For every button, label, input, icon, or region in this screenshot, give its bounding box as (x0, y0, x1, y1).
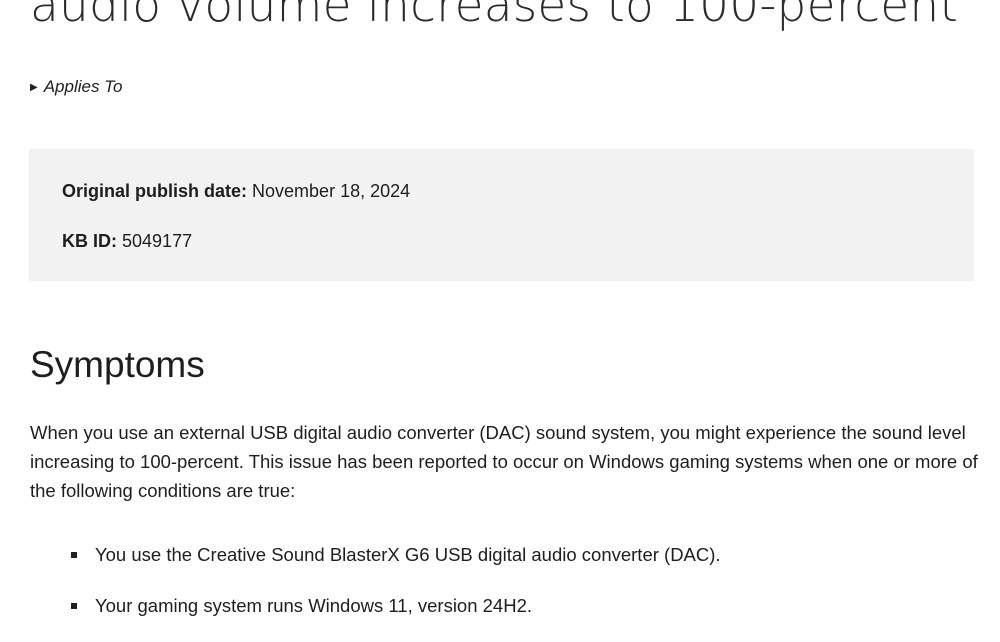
applies-to-toggle[interactable]: ▶ Applies To (30, 77, 122, 97)
condition-text: You use the Creative Sound BlasterX G6 U… (95, 544, 721, 565)
kb-id-value: 5049177 (122, 231, 193, 251)
publish-date-value: November 18, 2024 (252, 181, 411, 201)
symptoms-paragraph: When you use an external USB digital aud… (30, 422, 978, 501)
list-item: You use the Creative Sound BlasterX G6 U… (30, 540, 721, 591)
square-bullet-icon (71, 603, 77, 609)
kb-id-line: KB ID: 5049177 (62, 231, 192, 252)
caret-right-icon: ▶ (30, 81, 38, 93)
publish-date-line: Original publish date: November 18, 2024 (62, 181, 410, 202)
square-bullet-icon (71, 552, 77, 558)
conditions-list: You use the Creative Sound BlasterX G6 U… (30, 540, 721, 642)
condition-text: Your gaming system runs Windows 11, vers… (95, 595, 533, 616)
symptoms-heading: Symptoms (30, 344, 205, 385)
applies-to-label: Applies To (43, 77, 123, 96)
article-info-box: Original publish date: November 18, 2024… (29, 149, 974, 281)
kb-id-label: KB ID: (62, 231, 117, 251)
list-item: Your gaming system runs Windows 11, vers… (30, 591, 721, 642)
page-title: audio volume increases to 100-percent (30, 0, 958, 33)
publish-date-label: Original publish date: (62, 181, 248, 201)
